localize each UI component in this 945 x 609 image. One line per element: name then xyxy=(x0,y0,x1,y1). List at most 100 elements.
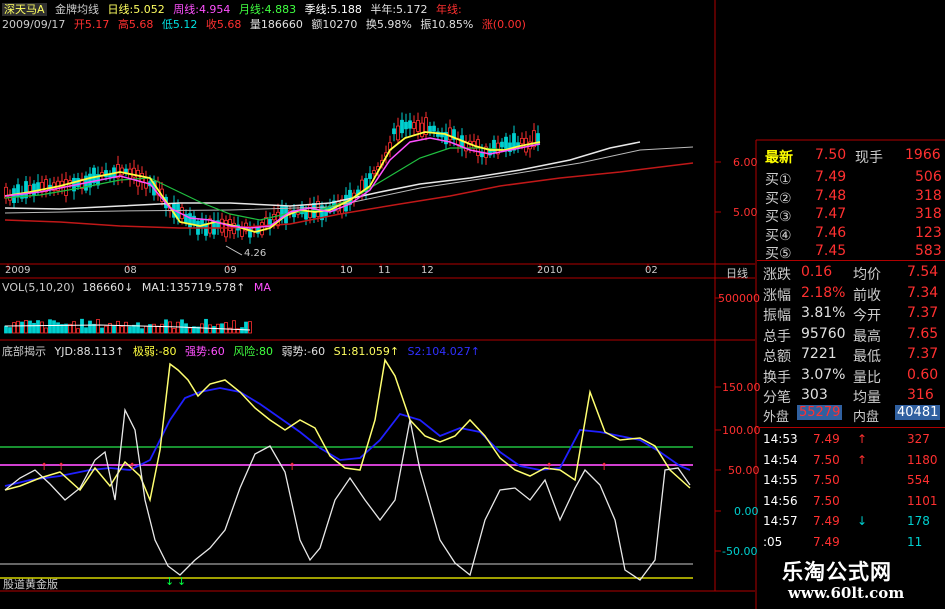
candle-body xyxy=(500,141,504,148)
stat-row: 涨幅 2.18% 前收 7.34 xyxy=(757,283,943,305)
bid-price: 7.48 xyxy=(815,187,847,204)
volume-bar xyxy=(72,321,76,334)
volume-bar xyxy=(84,327,88,334)
indicator-qiangshi: 强势:60 xyxy=(185,345,225,358)
candle-body xyxy=(396,125,400,141)
svg-text:↑: ↑ xyxy=(40,462,48,473)
x-label: 12 xyxy=(421,265,434,276)
tick-row: 14:54 7.50 ↑ 1180 xyxy=(757,450,943,472)
ma-year: 年线: xyxy=(436,3,462,16)
x-label: 2009 xyxy=(5,265,31,276)
svg-text:↑: ↑ xyxy=(545,462,553,473)
bid-volume: 583 xyxy=(915,243,942,259)
volume-bar xyxy=(144,325,148,334)
volume-bar xyxy=(16,320,20,334)
volume-bar xyxy=(32,322,36,334)
candle-body xyxy=(372,170,376,175)
x-label: 11 xyxy=(378,265,391,276)
quote-panel: 最新 7.50 现手 1966 买① 7.49 506 买② 7.48 318 买③ 7.47… xyxy=(757,143,945,609)
svg-text:↓: ↓ xyxy=(177,575,186,588)
stat-value: 0.60 xyxy=(907,366,939,383)
volume-y-label: 500000 xyxy=(718,292,760,305)
volume-bar xyxy=(212,326,216,334)
latest-label: 最新 xyxy=(765,150,793,166)
indicator-legend: 底部揭示 YJD:88.113↑ 极弱:-80 强势:60 风险:80 弱势:-… xyxy=(2,343,485,359)
bid-price: 7.49 xyxy=(815,169,847,185)
tick-row: :05 7.49 11 xyxy=(757,532,943,554)
stat-value: 3.07% xyxy=(801,366,846,383)
tick-time: :05 xyxy=(763,534,783,549)
tick-row: 14:57 7.49 ↓ 178 xyxy=(757,511,943,533)
x-label: 09 xyxy=(224,265,237,276)
bar-turnover: 换5.98% xyxy=(365,18,412,31)
volume-bar xyxy=(172,328,176,334)
candle-body xyxy=(200,219,204,229)
stat-row: 总手 95760 最高 7.65 xyxy=(757,324,943,346)
stat-value: 303 xyxy=(801,387,828,403)
bid-volume: 318 xyxy=(915,206,942,222)
tick-price: 7.49 xyxy=(813,514,840,528)
stat-label: 涨跌 xyxy=(763,267,791,283)
stat-label: 最低 xyxy=(853,349,881,365)
volume-bar xyxy=(152,323,156,334)
volume-bar xyxy=(248,321,252,334)
period-label[interactable]: 日线 xyxy=(726,265,748,281)
stat-value: 7.37 xyxy=(907,346,939,362)
volume-bar xyxy=(168,321,172,334)
volume-bar xyxy=(120,326,124,334)
tick-time: 14:56 xyxy=(763,493,798,508)
x-label: 02 xyxy=(645,265,658,276)
candle-body xyxy=(428,125,432,132)
stat-label: 涨幅 xyxy=(763,287,791,304)
candle-body xyxy=(392,128,396,135)
volume-bar xyxy=(140,328,144,334)
volume-ma2: MA xyxy=(253,281,271,294)
sell-markers: ↓ ↓ xyxy=(165,575,186,588)
stat-row: 换手 3.07% 量比 0.60 xyxy=(757,365,943,387)
candle-body xyxy=(220,218,224,233)
volume-bar xyxy=(28,320,32,334)
tick-price: 7.50 xyxy=(813,493,840,508)
bar-open: 开5.17 xyxy=(73,18,110,31)
stat-row: 总额 7221 最低 7.37 xyxy=(757,344,943,366)
volume-bar xyxy=(24,320,28,334)
header-line-2: 2009/09/17 开5.17 高5.68 低5.12 收5.68 量1866… xyxy=(2,16,531,32)
price-y-label-6: 6.00 xyxy=(733,156,758,169)
svg-text:↑: ↑ xyxy=(57,462,65,473)
watermark-title: 乐淘公式网 xyxy=(782,559,892,584)
volume-bar xyxy=(224,322,228,334)
candle-body xyxy=(400,119,404,134)
stat-value: 95760 xyxy=(801,325,846,342)
tick-price: 7.49 xyxy=(813,432,840,446)
indicator-name: 金牌均线 xyxy=(55,3,100,16)
stat-value: 316 xyxy=(907,387,934,403)
volume-bar xyxy=(128,326,132,334)
volume-ma1: MA1:135719.578↑ xyxy=(141,281,246,294)
bar-change: 涨(0.00) xyxy=(481,18,526,31)
tick-arrow: ↑ xyxy=(857,432,868,446)
stock-name[interactable]: 深天马A xyxy=(2,3,47,16)
candle-body xyxy=(408,120,412,129)
stat-value: 3.81% xyxy=(801,305,846,321)
volume-bar xyxy=(176,321,180,334)
xianshou-label: 现手 xyxy=(855,150,883,166)
bar-date: 2009/09/17 xyxy=(2,18,66,31)
indicator-ruoshi: 弱势:-60 xyxy=(281,345,326,358)
price-y-label-5: 5.00 xyxy=(733,206,758,219)
stat-value: 7.37 xyxy=(907,305,939,321)
tick-price: 7.49 xyxy=(813,534,840,549)
volume-bar xyxy=(96,319,100,334)
volume-bar xyxy=(180,319,184,334)
ma-season: 季线:5.188 xyxy=(304,3,362,16)
bar-amplitude: 振10.85% xyxy=(420,18,474,31)
neipan-value: 40481 xyxy=(895,405,941,420)
stat-label: 前收 xyxy=(853,287,881,304)
header-line-1: 深天马A 金牌均线 日线:5.052 周线:4.954 月线:4.883 季线:… xyxy=(2,1,467,17)
candle-body xyxy=(420,122,424,138)
bar-amount: 额10270 xyxy=(311,18,358,31)
volume-bar xyxy=(156,325,160,334)
bid-price: 7.45 xyxy=(815,243,847,259)
stat-label: 换手 xyxy=(763,369,791,386)
bid-price: 7.47 xyxy=(815,206,847,222)
bid-price: 7.46 xyxy=(815,224,847,241)
